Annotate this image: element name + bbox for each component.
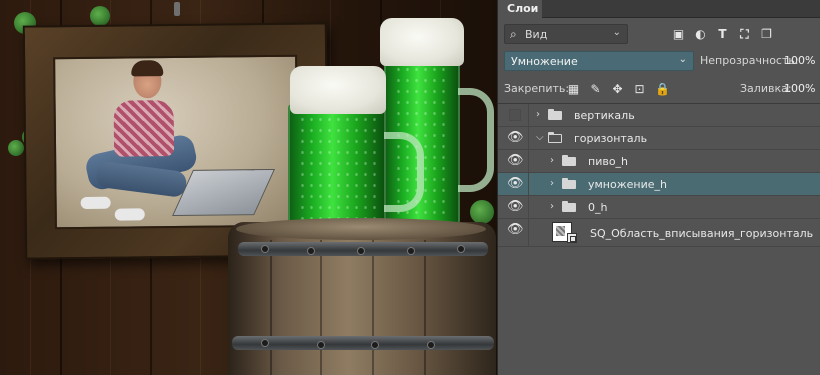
- chevron-down-icon: ⌄: [612, 27, 621, 38]
- barrel-rivet: [308, 248, 314, 254]
- barrel-rivet: [408, 248, 414, 254]
- eye-icon[interactable]: 👁: [507, 177, 524, 191]
- beer-mug-handle: [458, 88, 494, 192]
- chevron-right-icon[interactable]: ›: [550, 200, 554, 214]
- visibility-separator: [528, 219, 529, 246]
- layer-name: умножение_h: [588, 178, 667, 191]
- opacity-input[interactable]: 100%: [784, 51, 815, 71]
- barrel-rivet: [428, 342, 434, 348]
- visibility-separator: [528, 173, 529, 195]
- layer-name: пиво_h: [588, 155, 629, 168]
- folder-icon: [548, 109, 562, 120]
- photo-shirt: [113, 100, 175, 157]
- wall-nail: [174, 2, 180, 16]
- barrel-rivet: [358, 248, 364, 254]
- photo-shoe: [80, 196, 111, 210]
- barrel-stave: [424, 240, 426, 375]
- layer-name: 0_h: [588, 201, 608, 214]
- chevron-down-icon: ⌄: [678, 54, 687, 65]
- filter-kind-label: Вид: [525, 28, 548, 41]
- lock-image-icon[interactable]: ✎: [589, 82, 602, 96]
- barrel-rivet: [262, 340, 268, 346]
- visibility-separator: [528, 196, 529, 218]
- photo-laptop: [172, 168, 276, 217]
- barrel-rivet: [262, 246, 268, 252]
- lock-row: Закрепить: ▦ ✎ ✥ ⊡ 🔒 Заливка: 100%: [504, 79, 815, 99]
- layers-list: › вертикаль 👁 ⌵ горизонталь 👁 › пиво_h 👁 › умножен…: [498, 103, 820, 247]
- layer-row[interactable]: 👁 ⌵ горизонталь: [498, 127, 820, 150]
- shape-filter-icon[interactable]: ⛶: [738, 27, 751, 41]
- eye-icon[interactable]: 👁: [507, 131, 524, 145]
- eye-icon[interactable]: 👁: [507, 200, 524, 214]
- barrel-stave: [270, 240, 272, 375]
- folder-icon: [548, 132, 562, 143]
- layer-filter-row: ⌕ Вид ⌄ ▣ ◐ T ⛶ ❐: [504, 24, 814, 44]
- barrel-rivet: [458, 246, 464, 252]
- beer-bubbles: [298, 114, 376, 222]
- barrel-hoop: [232, 336, 494, 350]
- photo-shoe: [114, 208, 145, 221]
- blend-mode-select[interactable]: Умножение ⌄: [504, 51, 694, 71]
- folder-icon: [562, 201, 576, 212]
- smart-object-icon: [567, 233, 577, 243]
- smart-object-filter-icon[interactable]: ❐: [760, 27, 773, 41]
- eye-icon[interactable]: 👁: [507, 154, 524, 168]
- filter-kind-select[interactable]: ⌕ Вид ⌄: [504, 24, 628, 44]
- visibility-separator: [528, 150, 529, 172]
- beer-foam: [290, 66, 386, 114]
- folder-icon: [562, 178, 576, 189]
- blend-mode-value: Умножение: [511, 55, 578, 68]
- layer-row[interactable]: 👁 › пиво_h: [498, 150, 820, 173]
- beer-foam: [380, 18, 464, 66]
- lock-artboard-icon[interactable]: ⊡: [633, 82, 646, 96]
- chevron-right-icon[interactable]: ›: [550, 154, 554, 168]
- panel-tab-bar: Слои: [498, 0, 820, 18]
- clover-leaf: [470, 200, 494, 224]
- barrel-rivet: [372, 342, 378, 348]
- eye-icon[interactable]: 👁: [507, 223, 524, 237]
- layer-row[interactable]: 👁 SQ_Область_вписывания_горизонталь: [498, 219, 820, 247]
- barrel-stave: [372, 240, 374, 375]
- lock-icons: ▦ ✎ ✥ ⊡ 🔒: [567, 79, 670, 99]
- lock-transparent-icon[interactable]: ▦: [567, 82, 580, 96]
- barrel-rivet: [318, 342, 324, 348]
- beer-mug-handle: [384, 132, 424, 212]
- layer-row[interactable]: 👁 › 0_h: [498, 196, 820, 219]
- chevron-right-icon[interactable]: ›: [550, 177, 554, 191]
- fill-input[interactable]: 100%: [784, 79, 815, 99]
- photo-hair: [131, 60, 164, 77]
- type-filter-icon[interactable]: T: [716, 27, 729, 41]
- layer-row[interactable]: › вертикаль: [498, 104, 820, 127]
- layer-row[interactable]: 👁 › умножение_h: [498, 173, 820, 196]
- filter-icons: ▣ ◐ T ⛶ ❐: [672, 24, 773, 44]
- layer-name: вертикаль: [574, 109, 635, 122]
- document-canvas[interactable]: [0, 0, 497, 375]
- adjustment-filter-icon[interactable]: ◐: [694, 27, 707, 41]
- barrel-stave: [320, 240, 322, 375]
- search-icon: ⌕: [510, 27, 517, 41]
- chevron-right-icon[interactable]: ›: [536, 108, 540, 122]
- lock-position-icon[interactable]: ✥: [611, 82, 624, 96]
- layer-name: горизонталь: [574, 132, 648, 145]
- folder-icon: [562, 155, 576, 166]
- blend-row: Умножение ⌄ Непрозрачность: 100%: [504, 51, 815, 71]
- clover-leaf: [90, 6, 110, 26]
- lock-all-icon[interactable]: 🔒: [655, 82, 670, 96]
- chevron-down-icon[interactable]: ⌵: [536, 131, 544, 145]
- visibility-separator: [528, 127, 529, 149]
- layers-empty-area: [498, 248, 820, 375]
- tab-layers[interactable]: Слои: [498, 0, 542, 18]
- image-filter-icon[interactable]: ▣: [672, 27, 685, 41]
- visibility-off-box[interactable]: [509, 109, 521, 121]
- lock-label: Закрепить:: [504, 82, 570, 95]
- beer-mug-front: [288, 104, 386, 232]
- clover-leaf: [8, 140, 24, 156]
- barrel-top: [236, 218, 486, 240]
- layers-panel: Слои ⌕ Вид ⌄ ▣ ◐ T ⛶ ❐ Умножение ⌄ Непро…: [497, 0, 820, 375]
- visibility-separator: [528, 104, 529, 126]
- layer-name: SQ_Область_вписывания_горизонталь: [590, 227, 814, 240]
- framed-photo: [53, 54, 299, 230]
